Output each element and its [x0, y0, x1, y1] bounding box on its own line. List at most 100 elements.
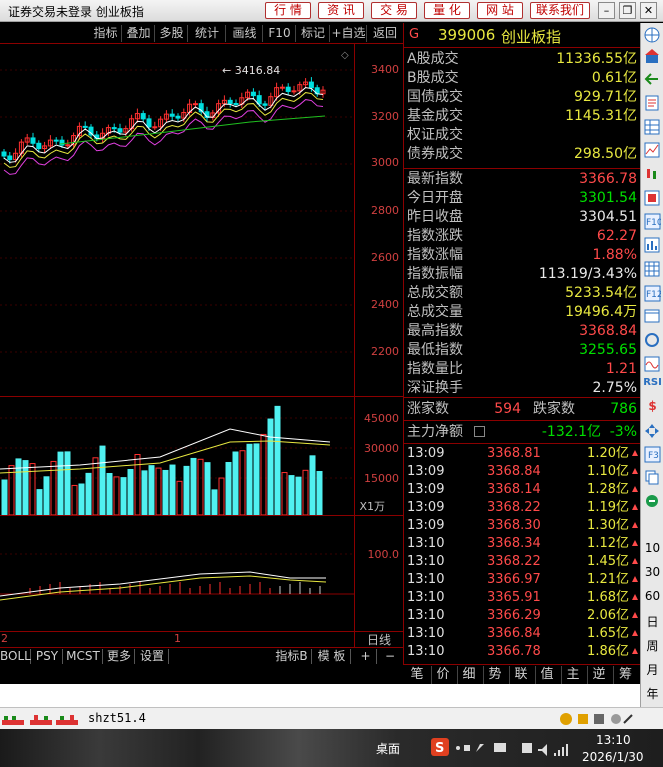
add-watchlist-button[interactable]: +自选: [331, 25, 367, 42]
report-icon[interactable]: [644, 95, 661, 112]
tab-boll[interactable]: BOLL: [0, 649, 31, 664]
bar-icon[interactable]: [644, 237, 661, 254]
zoom-in-button[interactable]: +: [355, 649, 377, 664]
candle: [285, 83, 291, 96]
indicator-chart[interactable]: [0, 516, 354, 631]
clock-date[interactable]: 2026/1/30: [582, 750, 644, 764]
board-icon[interactable]: [644, 190, 661, 207]
home-icon[interactable]: [644, 48, 661, 65]
period-60[interactable]: 60: [641, 589, 663, 603]
move-icon[interactable]: [644, 423, 661, 440]
price-chart[interactable]: ◇ ← 3416.84: [0, 44, 354, 396]
stat-row: 今日开盘 3301.54: [404, 189, 641, 208]
website-button[interactable]: 网 站: [477, 2, 523, 19]
taskbar: 桌面 S 13:10 2026/1/30: [0, 729, 663, 767]
tab-settings[interactable]: 设置: [136, 649, 169, 664]
copy-icon[interactable]: [644, 469, 661, 486]
tab-linked[interactable]: 联: [507, 666, 536, 684]
globe-icon[interactable]: [644, 27, 661, 44]
tab-trades[interactable]: 笔: [403, 666, 432, 684]
f10-icon[interactable]: F10: [644, 213, 661, 230]
tab-more[interactable]: 更多: [104, 649, 135, 664]
stat-label: 今日开盘: [407, 190, 463, 206]
volume-bar: [309, 455, 316, 516]
input-method-icon[interactable]: S: [430, 737, 450, 757]
f12-icon[interactable]: F12: [644, 285, 661, 302]
zoom-out-button[interactable]: −: [378, 649, 402, 664]
tick-row: 13:10 3368.22 1.45亿: [404, 553, 641, 571]
period-week[interactable]: 周: [641, 637, 663, 654]
market-value: 11336.55亿: [556, 51, 637, 67]
currency-icon[interactable]: $: [641, 399, 663, 413]
back-button[interactable]: 返回: [368, 25, 402, 42]
title-bar: 证券交易未登录 创业板指 行 情 资 讯 交 易 量 化 网 站 联系我们 – …: [0, 0, 663, 22]
multi-stock-button[interactable]: 多股: [156, 25, 188, 42]
period-month[interactable]: 月: [641, 661, 663, 678]
mark-button[interactable]: 标记: [297, 25, 330, 42]
tick-time: 13:10: [407, 590, 445, 605]
period-day[interactable]: 日: [641, 613, 663, 630]
desktop-label[interactable]: 桌面: [376, 740, 400, 757]
volume-bar: [85, 472, 92, 516]
clock-time[interactable]: 13:10: [596, 733, 631, 747]
tick-volume: 1.68亿: [587, 590, 629, 605]
overlay-button[interactable]: 叠加: [123, 25, 155, 42]
news-button[interactable]: 资 讯: [318, 2, 364, 19]
draw-line-button[interactable]: 画线: [227, 25, 263, 42]
high-marker: ← 3416.84: [222, 64, 280, 77]
tab-detail[interactable]: 细: [455, 666, 484, 684]
detail-tabs: 笔 价 细 势 联 值 主 逆 筹: [403, 664, 640, 684]
up-arrow-icon: [632, 594, 638, 600]
trade-button[interactable]: 交 易: [371, 2, 417, 19]
wave-icon[interactable]: [644, 356, 661, 373]
period-year[interactable]: 年: [641, 685, 663, 702]
tab-trend[interactable]: 势: [481, 666, 510, 684]
list-icon[interactable]: [474, 426, 485, 437]
tab-mcst[interactable]: MCST: [64, 649, 103, 664]
refresh-icon[interactable]: [644, 493, 661, 510]
market-button[interactable]: 行 情: [265, 2, 311, 19]
restore-button[interactable]: ❐: [619, 2, 636, 19]
tab-psy[interactable]: PSY: [32, 649, 63, 664]
candle: [279, 84, 285, 91]
candle: [268, 92, 274, 109]
contact-button[interactable]: 联系我们: [530, 2, 590, 19]
line-chart-icon[interactable]: [644, 142, 661, 159]
period-30[interactable]: 30: [641, 565, 663, 579]
circle-icon[interactable]: [644, 332, 661, 349]
statistics-button[interactable]: 统计: [189, 25, 226, 42]
volume-chart[interactable]: [0, 397, 354, 516]
tab-main[interactable]: 主: [559, 666, 588, 684]
stat-row: 深证换手 2.75%: [404, 379, 641, 398]
net-flow-row[interactable]: 主力净额 -132.1亿 -3%: [404, 423, 641, 442]
tick-price: 3366.78: [487, 644, 541, 659]
f10-button[interactable]: F10: [264, 25, 296, 42]
table-icon[interactable]: [644, 119, 661, 136]
stat-value: 3368.84: [579, 323, 637, 339]
tab-price[interactable]: 价: [429, 666, 458, 684]
f3-icon[interactable]: F3: [644, 446, 661, 463]
period-selector[interactable]: 日线: [354, 632, 403, 648]
tab-template[interactable]: 模 板: [313, 649, 351, 664]
market-value: 0.61亿: [591, 70, 637, 86]
candle: [24, 133, 30, 146]
back-arrow-icon[interactable]: [644, 71, 661, 88]
volume-bar: [15, 458, 22, 516]
tab-chips[interactable]: 筹: [611, 666, 640, 684]
minimize-button[interactable]: –: [598, 2, 615, 19]
tab-value[interactable]: 值: [533, 666, 562, 684]
grid-icon[interactable]: [644, 261, 661, 278]
candle-icon[interactable]: [644, 166, 661, 183]
network-volume-icons[interactable]: [520, 739, 570, 757]
tab-indicator-b[interactable]: 指标B: [272, 649, 312, 664]
tick-price: 3368.14: [487, 482, 541, 497]
stat-value: 3255.65: [579, 342, 637, 358]
tick-volume: 1.30亿: [587, 518, 629, 533]
tab-reverse[interactable]: 逆: [585, 666, 614, 684]
indicator-button[interactable]: 指标: [90, 25, 122, 42]
period-10[interactable]: 10: [641, 541, 663, 555]
rsi-icon[interactable]: RSI: [641, 377, 663, 388]
window-icon[interactable]: [644, 308, 661, 325]
close-button[interactable]: ✕: [640, 2, 657, 19]
quant-button[interactable]: 量 化: [424, 2, 470, 19]
